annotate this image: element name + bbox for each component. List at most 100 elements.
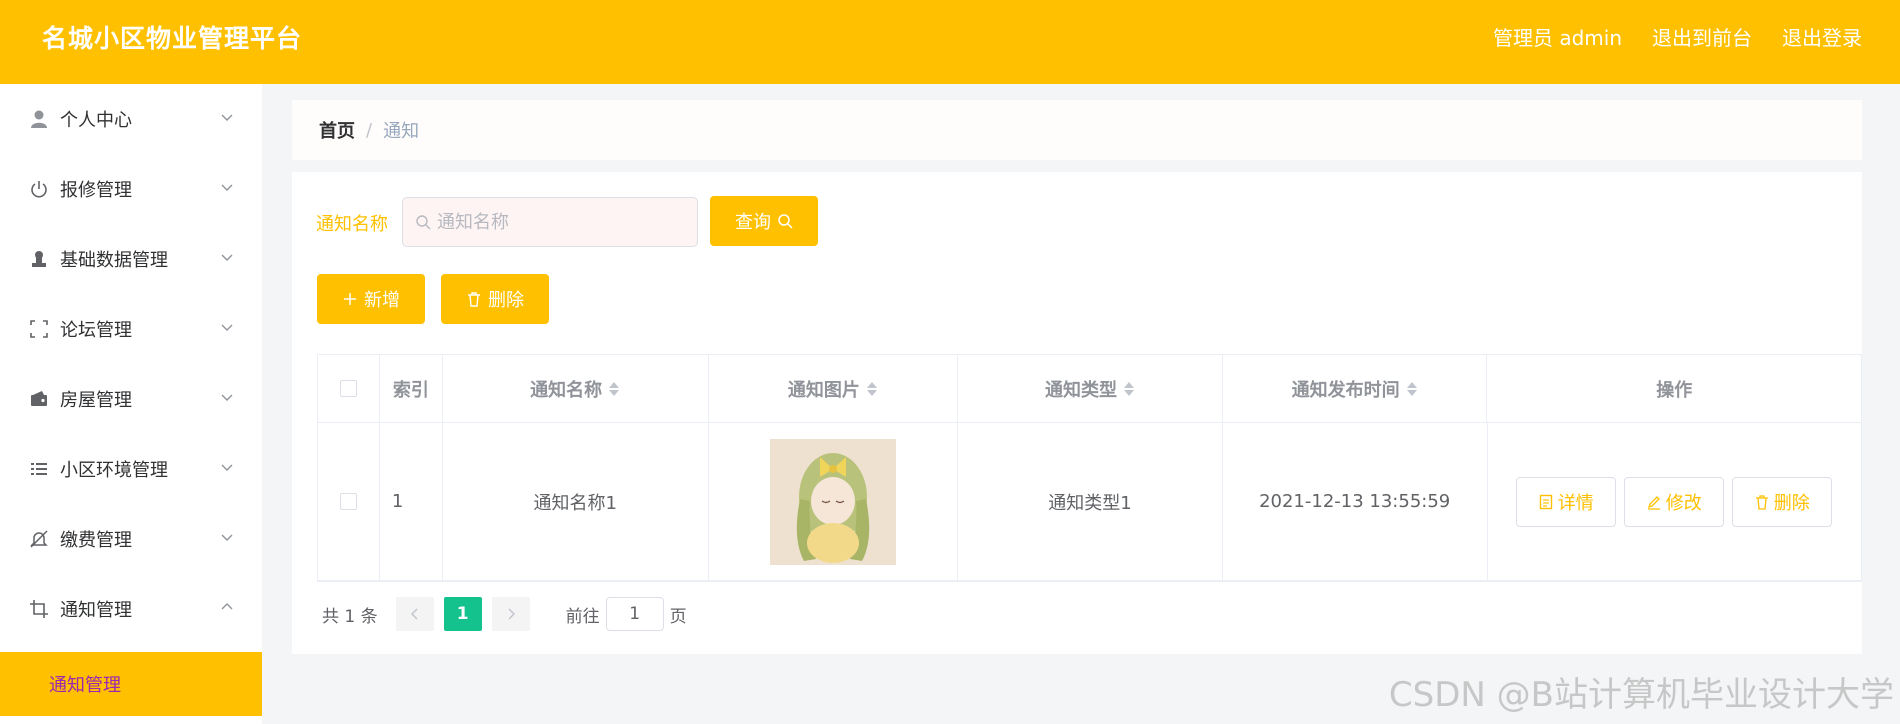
sidebar-subitem-notice-management[interactable]: 通知管理 (0, 652, 262, 716)
sidebar-item-environment[interactable]: 小区环境管理 (0, 434, 262, 504)
list-icon (28, 458, 50, 480)
chevron-left-icon (410, 608, 418, 620)
prev-page-button[interactable] (395, 597, 434, 631)
chevron-right-icon (508, 608, 515, 620)
search-icon (778, 214, 793, 229)
chevron-up-icon (221, 603, 233, 610)
chevron-down-icon (221, 464, 233, 471)
goto-label: 前往 (565, 606, 600, 627)
sidebar-item-label: 缴费管理 (60, 530, 132, 551)
header-time[interactable]: 通知发布时间 (1223, 355, 1488, 422)
header-image[interactable]: 通知图片 (709, 355, 959, 422)
header-checkbox-cell (318, 355, 380, 422)
sidebar-item-repair[interactable]: 报修管理 (0, 154, 262, 224)
notice-thumbnail-image[interactable] (769, 438, 896, 565)
sidebar: 个人中心 报修管理 基础数据管理 论坛管理 房屋管理 小区环境管理 缴费管理 通… (0, 84, 262, 724)
header-name-label: 通知名称 (530, 379, 603, 401)
row-checkbox[interactable] (339, 493, 357, 510)
top-bar: 名城小区物业管理平台 管理员 admin 退出到前台 退出登录 (0, 0, 1900, 84)
sidebar-item-label: 通知管理 (60, 600, 132, 621)
breadcrumb-home[interactable]: 首页 (319, 117, 355, 143)
row-delete-button[interactable]: 删除 (1732, 476, 1833, 527)
table-header-row: 索引 通知名称 通知图片 通知类型 通知发布时间 操作 (318, 355, 1861, 423)
edit-button[interactable]: 修改 (1624, 476, 1725, 527)
query-button-label: 查询 (735, 212, 771, 233)
document-icon (1539, 494, 1552, 509)
sidebar-item-label: 个人中心 (60, 110, 132, 131)
watermark-text: CSDN @B站计算机毕业设计大学 (1388, 675, 1894, 715)
row-ops: 详情 修改 删除 (1488, 423, 1862, 580)
breadcrumb-separator: / (366, 119, 373, 141)
sidebar-item-forum[interactable]: 论坛管理 (0, 294, 262, 364)
admin-label: 管理员 admin (1492, 26, 1622, 50)
row-delete-button-label: 删除 (1773, 492, 1810, 514)
edit-icon (1647, 495, 1660, 510)
sidebar-item-profile[interactable]: 个人中心 (0, 84, 262, 154)
wallet-icon (28, 388, 50, 410)
header-type-label: 通知类型 (1045, 379, 1117, 401)
trash-icon (468, 292, 480, 307)
sidebar-item-label: 房屋管理 (60, 390, 132, 411)
search-input[interactable] (437, 211, 677, 233)
query-button[interactable]: 查询 (710, 196, 818, 246)
user-icon (28, 108, 50, 130)
add-button[interactable]: 新增 (317, 274, 425, 324)
sidebar-item-notices[interactable]: 通知管理 (0, 574, 262, 644)
pagination: 共 1 条 1 前往 1 页 (322, 597, 687, 631)
breadcrumb-current: 通知 (383, 121, 420, 142)
bulk-delete-button[interactable]: 删除 (441, 274, 549, 324)
header-name[interactable]: 通知名称 (443, 355, 709, 422)
row-name: 通知名称1 (443, 423, 709, 580)
header-ops: 操作 (1656, 379, 1693, 401)
sort-icon[interactable] (1406, 381, 1418, 397)
breadcrumb: 首页 / 通知 (292, 100, 1862, 160)
sort-icon[interactable] (1123, 381, 1135, 397)
page-number-current[interactable]: 1 (443, 597, 482, 631)
search-field[interactable] (402, 197, 698, 247)
row-type: 通知类型1 (958, 423, 1223, 580)
page-suffix-label: 页 (669, 606, 687, 627)
row-index: 1 (380, 423, 443, 580)
top-nav: 管理员 admin 退出到前台 退出登录 (1493, 22, 1862, 51)
app-title: 名城小区物业管理平台 (42, 24, 303, 53)
power-icon (28, 178, 50, 200)
search-icon (416, 215, 431, 230)
sidebar-item-house[interactable]: 房屋管理 (0, 364, 262, 434)
sidebar-item-label: 论坛管理 (60, 320, 132, 341)
add-button-label: 新增 (364, 290, 400, 311)
delete-button-label: 删除 (488, 290, 524, 311)
sidebar-item-base-data[interactable]: 基础数据管理 (0, 224, 262, 294)
header-type[interactable]: 通知类型 (958, 355, 1223, 422)
sidebar-item-label: 报修管理 (60, 180, 132, 201)
sidebar-item-label: 小区环境管理 (60, 460, 168, 481)
sort-icon[interactable] (866, 381, 878, 397)
detail-button-label: 详情 (1557, 492, 1594, 514)
row-time: 2021-12-13 13:55:59 (1223, 423, 1488, 580)
bell-off-icon (28, 528, 50, 550)
sidebar-item-fees[interactable]: 缴费管理 (0, 504, 262, 574)
chevron-down-icon (221, 184, 233, 191)
next-page-button[interactable] (491, 597, 530, 631)
exit-to-front-link[interactable]: 退出到前台 (1652, 22, 1752, 51)
chevron-down-icon (221, 114, 233, 121)
sort-icon[interactable] (608, 381, 620, 397)
notice-table: 索引 通知名称 通知图片 通知类型 通知发布时间 操作 1 通知名称1 通知类型… (317, 354, 1862, 582)
select-all-checkbox[interactable] (339, 380, 357, 397)
header-image-label: 通知图片 (787, 379, 860, 401)
row-checkbox-cell (318, 423, 380, 580)
trash-icon (1755, 494, 1768, 510)
detail-button[interactable]: 详情 (1516, 476, 1617, 527)
chevron-down-icon (221, 324, 233, 331)
chevron-down-icon (221, 394, 233, 401)
crop-icon (28, 598, 50, 620)
edit-button-label: 修改 (1665, 492, 1702, 514)
table-row: 1 通知名称1 通知类型1 2021-12-13 13:55:59 详情 修改 … (318, 423, 1861, 581)
goto-page-input[interactable]: 1 (605, 597, 664, 631)
logout-link[interactable]: 退出登录 (1782, 22, 1862, 51)
search-label: 通知名称 (316, 214, 388, 235)
plus-icon (344, 293, 356, 305)
header-index: 索引 (380, 355, 443, 422)
pagination-total: 共 1 条 (322, 606, 378, 627)
chevron-down-icon (221, 534, 233, 541)
frame-icon (28, 318, 50, 340)
